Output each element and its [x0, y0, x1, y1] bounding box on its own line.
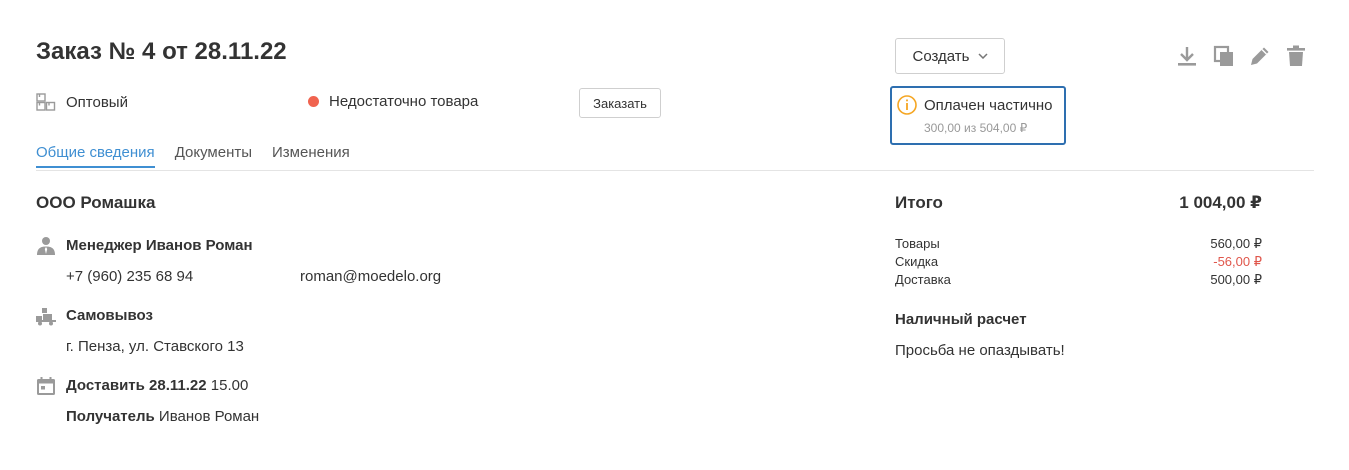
manager-phone[interactable]: +7 (960) 235 68 94: [66, 268, 193, 285]
recipient-label: Получатель: [66, 408, 155, 425]
stock-status-label: Недостаточно товара: [329, 93, 479, 110]
company-name: ООО Ромашка: [36, 193, 156, 212]
delivery-date: Доставить 28.11.22: [66, 377, 207, 394]
summary-total: 1 004,00 ₽: [1179, 193, 1262, 212]
payment-method: Наличный расчет: [895, 311, 1027, 328]
delivery-time: 15.00: [210, 377, 249, 394]
create-button[interactable]: Создать: [895, 38, 1005, 74]
delivery-address: г. Пенза, ул. Ставского 13: [66, 338, 244, 355]
stock-status: Недостаточно товара: [308, 93, 478, 110]
payment-status-box[interactable]: Оплачен частично 300,00 из 504,00 ₽: [890, 86, 1066, 145]
manager-email[interactable]: roman@moedelo.org: [300, 268, 441, 285]
tab-changes[interactable]: Изменения: [272, 144, 350, 168]
order-button[interactable]: Заказать: [579, 88, 661, 118]
chevron-down-icon: [977, 53, 988, 59]
create-button-label: Создать: [912, 47, 970, 65]
summary-row-value: 560,00 ₽: [1210, 236, 1262, 251]
delivery-truck-icon: [35, 305, 57, 327]
tab-bar: Общие сведения Документы Изменения: [36, 144, 350, 168]
recipient-line: Получатель Иванов Роман: [66, 408, 259, 425]
copy-icon[interactable]: [1210, 42, 1238, 70]
page-title: Заказ № 4 от 28.11.22: [36, 38, 287, 65]
status-dot: [308, 96, 319, 107]
summary-row-label: Скидка: [895, 254, 939, 269]
info-warning-icon: [897, 95, 917, 115]
trash-icon[interactable]: [1282, 42, 1310, 70]
tab-documents[interactable]: Документы: [175, 144, 252, 168]
calendar-icon: [35, 375, 57, 397]
summary-row-label: Доставка: [895, 272, 951, 287]
summary-row-label: Товары: [895, 236, 940, 251]
boxes-icon: [36, 93, 56, 111]
payment-status-label: Оплачен частично: [924, 96, 1053, 114]
order-comment: Просьба не опаздывать!: [895, 342, 1065, 359]
recipient-name: Иванов Роман: [158, 408, 260, 425]
manager-icon: [35, 235, 57, 257]
delivery-date-line: Доставить 28.11.22 15.00: [66, 377, 248, 394]
summary-row-value: 500,00 ₽: [1210, 272, 1262, 287]
payment-status-detail: 300,00 из 504,00 ₽: [924, 121, 1028, 135]
manager-name: Менеджер Иванов Роман: [66, 237, 253, 254]
tab-general[interactable]: Общие сведения: [36, 144, 155, 168]
summary-row-value: -56,00 ₽: [1213, 254, 1262, 269]
summary-title: Итого: [895, 193, 943, 212]
order-type-label: Оптовый: [66, 93, 128, 111]
edit-icon[interactable]: [1246, 42, 1274, 70]
order-type: Оптовый: [36, 93, 128, 111]
tabs-divider: [36, 170, 1314, 171]
delivery-method: Самовывоз: [66, 307, 153, 324]
download-icon[interactable]: [1173, 42, 1201, 70]
